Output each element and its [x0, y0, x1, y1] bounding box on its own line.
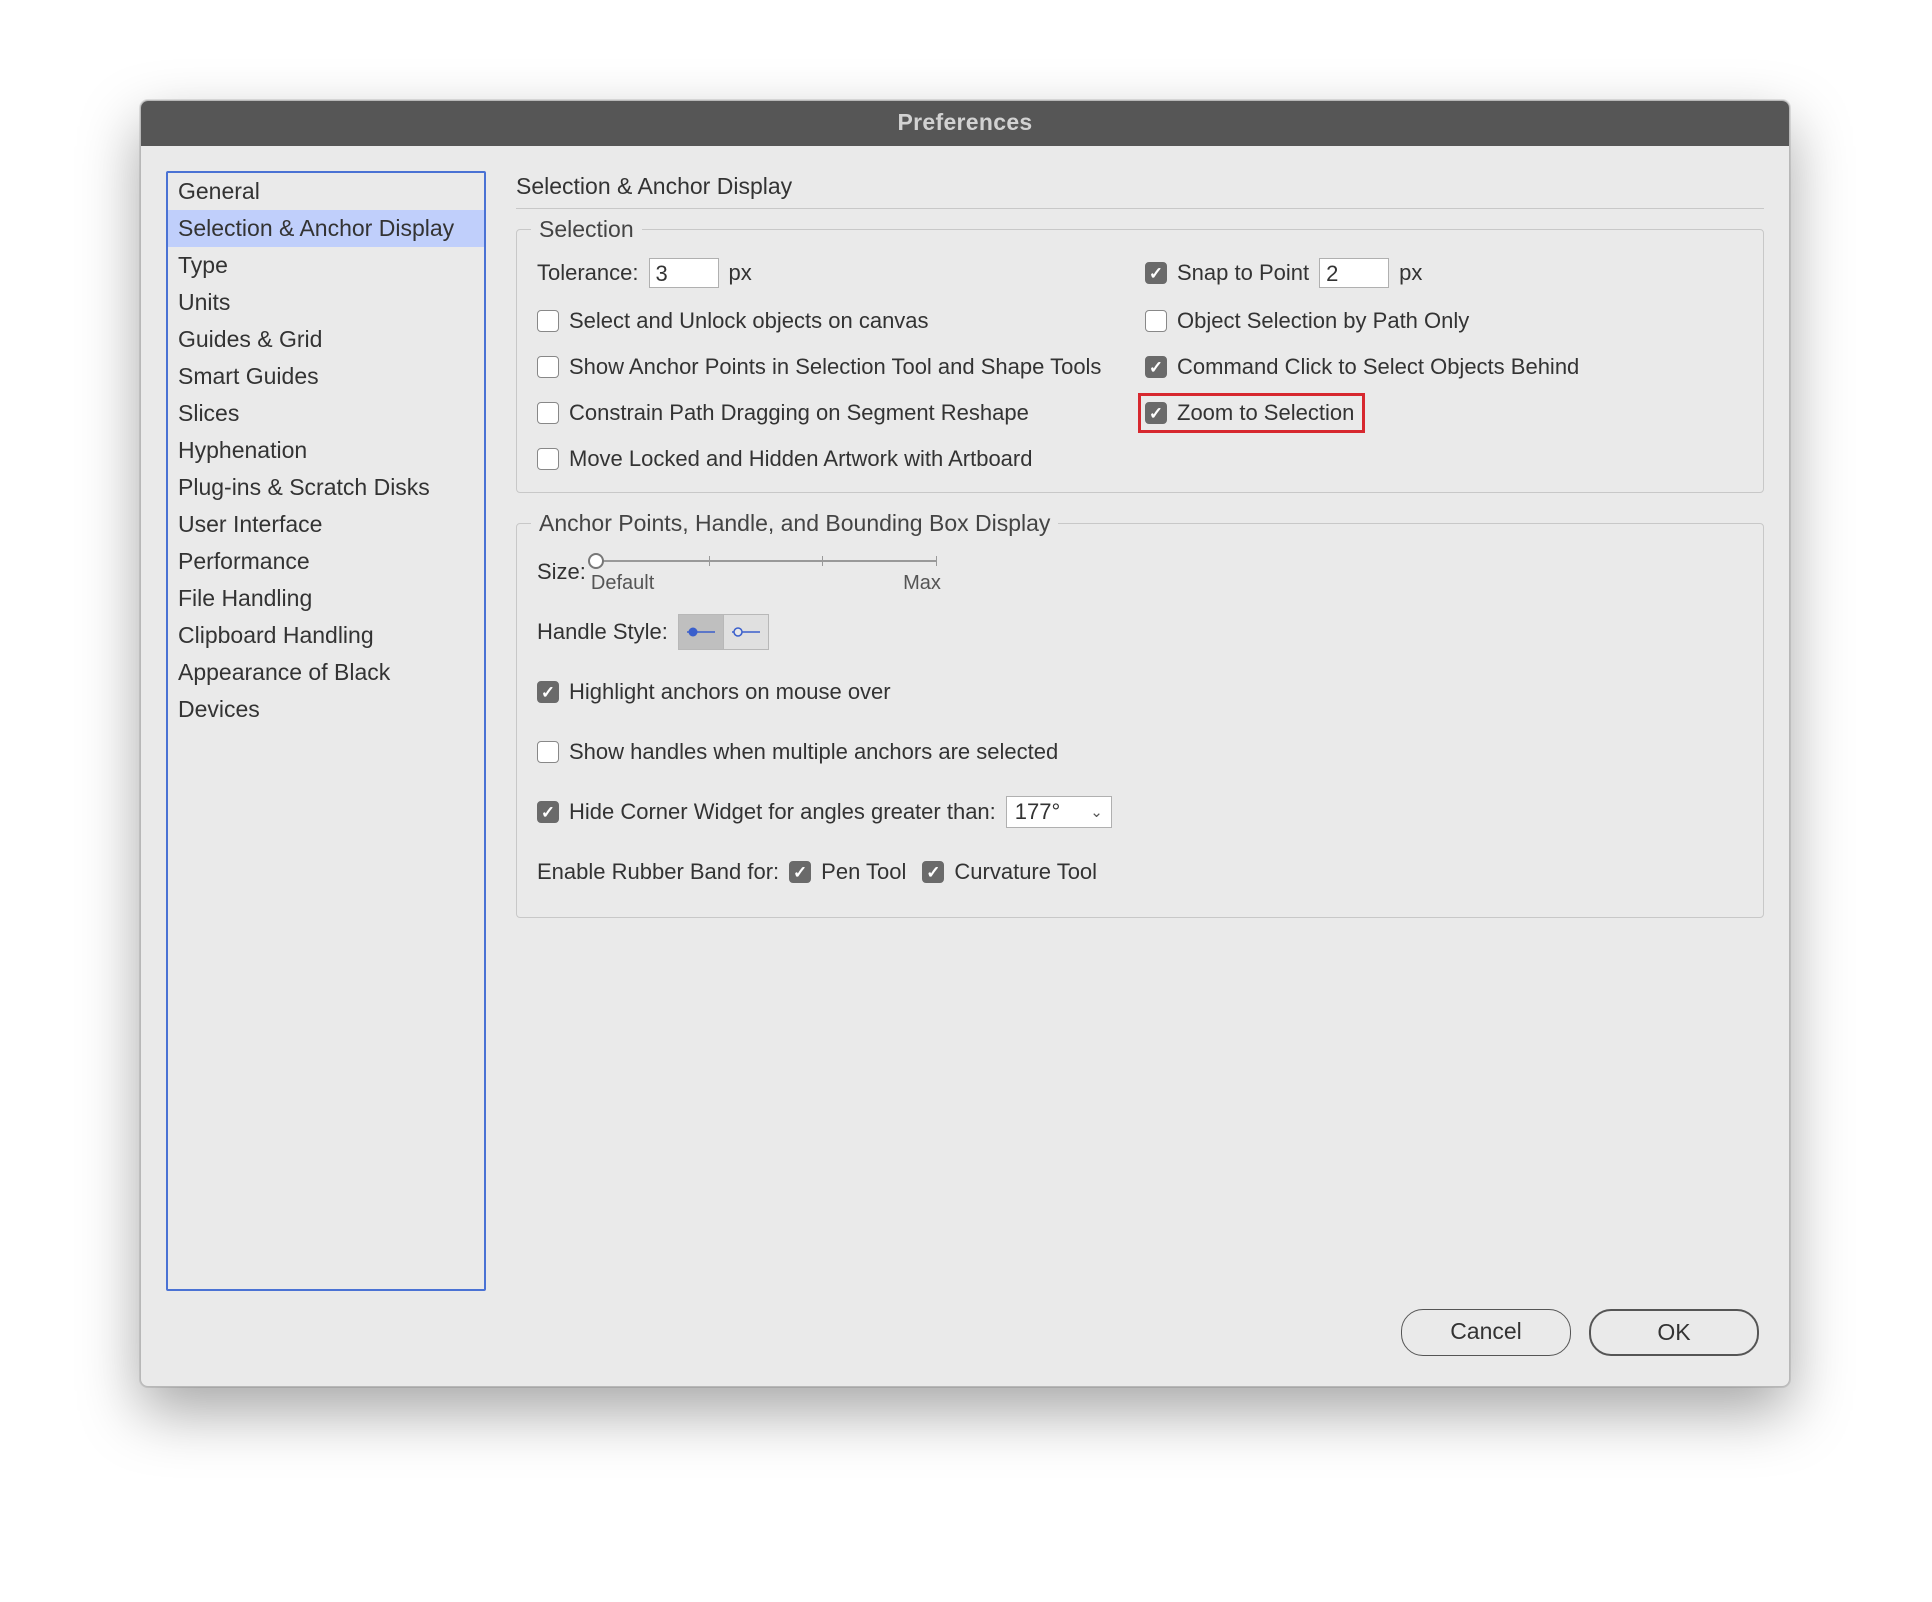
- sidebar-item-slices[interactable]: Slices: [168, 395, 484, 432]
- sidebar-item-appearance-black[interactable]: Appearance of Black: [168, 654, 484, 691]
- size-min-label: Default: [591, 572, 654, 595]
- sidebar-item-plugins-scratch[interactable]: Plug-ins & Scratch Disks: [168, 469, 484, 506]
- check-icon: ✓: [1149, 405, 1163, 422]
- handle-style-group: [678, 614, 769, 650]
- snap-to-point-label: Snap to Point: [1177, 260, 1309, 286]
- sidebar-item-user-interface[interactable]: User Interface: [168, 506, 484, 543]
- tolerance-unit: px: [729, 260, 752, 286]
- corner-angle-dropdown[interactable]: 177° ⌄: [1006, 796, 1112, 828]
- check-icon: ✓: [793, 864, 807, 881]
- cmd-click-behind-checkbox[interactable]: ✓: [1145, 356, 1167, 378]
- sidebar-item-performance[interactable]: Performance: [168, 543, 484, 580]
- chevron-down-icon: ⌄: [1090, 803, 1103, 821]
- check-icon: ✓: [926, 864, 940, 881]
- highlight-anchors-label: Highlight anchors on mouse over: [569, 679, 891, 705]
- check-icon: ✓: [1149, 359, 1163, 376]
- show-anchor-points-label: Show Anchor Points in Selection Tool and…: [569, 354, 1101, 380]
- constrain-path-checkbox[interactable]: [537, 402, 559, 424]
- rubber-band-label: Enable Rubber Band for:: [537, 859, 779, 885]
- snap-to-point-input[interactable]: 2: [1319, 258, 1389, 288]
- anchor-legend: Anchor Points, Handle, and Bounding Box …: [531, 510, 1058, 537]
- select-unlock-checkbox[interactable]: [537, 310, 559, 332]
- sidebar-item-units[interactable]: Units: [168, 284, 484, 321]
- handle-style-hollow-button[interactable]: [724, 615, 768, 649]
- object-path-only-label: Object Selection by Path Only: [1177, 308, 1469, 334]
- selection-legend: Selection: [531, 216, 642, 243]
- move-locked-label: Move Locked and Hidden Artwork with Artb…: [569, 446, 1032, 472]
- size-max-label: Max: [903, 572, 941, 595]
- category-sidebar: General Selection & Anchor Display Type …: [166, 171, 486, 1291]
- constrain-path-label: Constrain Path Dragging on Segment Resha…: [569, 400, 1029, 426]
- sidebar-item-guides-grid[interactable]: Guides & Grid: [168, 321, 484, 358]
- dialog-footer: Cancel OK: [141, 1301, 1789, 1386]
- zoom-to-selection-checkbox[interactable]: ✓: [1145, 402, 1167, 424]
- selection-fieldset: Selection Tolerance: 3 px ✓ Snap to Poin…: [516, 229, 1764, 493]
- sidebar-item-clipboard-handling[interactable]: Clipboard Handling: [168, 617, 484, 654]
- size-slider[interactable]: Default Max: [596, 552, 936, 592]
- cancel-button[interactable]: Cancel: [1401, 1309, 1571, 1356]
- handle-style-label: Handle Style:: [537, 619, 668, 645]
- sidebar-item-smart-guides[interactable]: Smart Guides: [168, 358, 484, 395]
- curvature-tool-label: Curvature Tool: [954, 859, 1097, 885]
- sidebar-item-devices[interactable]: Devices: [168, 691, 484, 728]
- handle-filled-icon: [687, 625, 715, 639]
- pen-tool-label: Pen Tool: [821, 859, 906, 885]
- zoom-to-selection-highlight: ✓ Zoom to Selection: [1138, 393, 1365, 433]
- panel-title: Selection & Anchor Display: [516, 173, 1764, 209]
- highlight-anchors-checkbox[interactable]: ✓: [537, 681, 559, 703]
- sidebar-item-selection-anchor[interactable]: Selection & Anchor Display: [168, 210, 484, 247]
- object-path-only-checkbox[interactable]: [1145, 310, 1167, 332]
- check-icon: ✓: [541, 804, 555, 821]
- check-icon: ✓: [541, 684, 555, 701]
- handle-hollow-icon: [732, 625, 760, 639]
- check-icon: ✓: [1149, 265, 1163, 282]
- cmd-click-behind-label: Command Click to Select Objects Behind: [1177, 354, 1579, 380]
- sidebar-item-hyphenation[interactable]: Hyphenation: [168, 432, 484, 469]
- snap-to-point-unit: px: [1399, 260, 1422, 286]
- snap-to-point-checkbox[interactable]: ✓: [1145, 262, 1167, 284]
- sidebar-item-general[interactable]: General: [168, 173, 484, 210]
- ok-button[interactable]: OK: [1589, 1309, 1759, 1356]
- handle-style-filled-button[interactable]: [679, 615, 723, 649]
- zoom-to-selection-label: Zoom to Selection: [1177, 400, 1354, 426]
- hide-corner-widget-label: Hide Corner Widget for angles greater th…: [569, 799, 996, 825]
- show-handles-multi-checkbox[interactable]: [537, 741, 559, 763]
- corner-angle-value: 177°: [1015, 799, 1061, 825]
- move-locked-checkbox[interactable]: [537, 448, 559, 470]
- select-unlock-label: Select and Unlock objects on canvas: [569, 308, 929, 334]
- anchor-fieldset: Anchor Points, Handle, and Bounding Box …: [516, 523, 1764, 918]
- dialog-title: Preferences: [141, 101, 1789, 146]
- preferences-dialog: Preferences General Selection & Anchor D…: [140, 100, 1790, 1387]
- sidebar-item-file-handling[interactable]: File Handling: [168, 580, 484, 617]
- sidebar-item-type[interactable]: Type: [168, 247, 484, 284]
- tolerance-label: Tolerance:: [537, 260, 639, 286]
- show-anchor-points-checkbox[interactable]: [537, 356, 559, 378]
- show-handles-multi-label: Show handles when multiple anchors are s…: [569, 739, 1058, 765]
- curvature-tool-checkbox[interactable]: ✓: [922, 861, 944, 883]
- tolerance-input[interactable]: 3: [649, 258, 719, 288]
- pen-tool-checkbox[interactable]: ✓: [789, 861, 811, 883]
- size-label: Size:: [537, 559, 586, 585]
- hide-corner-widget-checkbox[interactable]: ✓: [537, 801, 559, 823]
- main-panel: Selection & Anchor Display Selection Tol…: [516, 171, 1764, 1291]
